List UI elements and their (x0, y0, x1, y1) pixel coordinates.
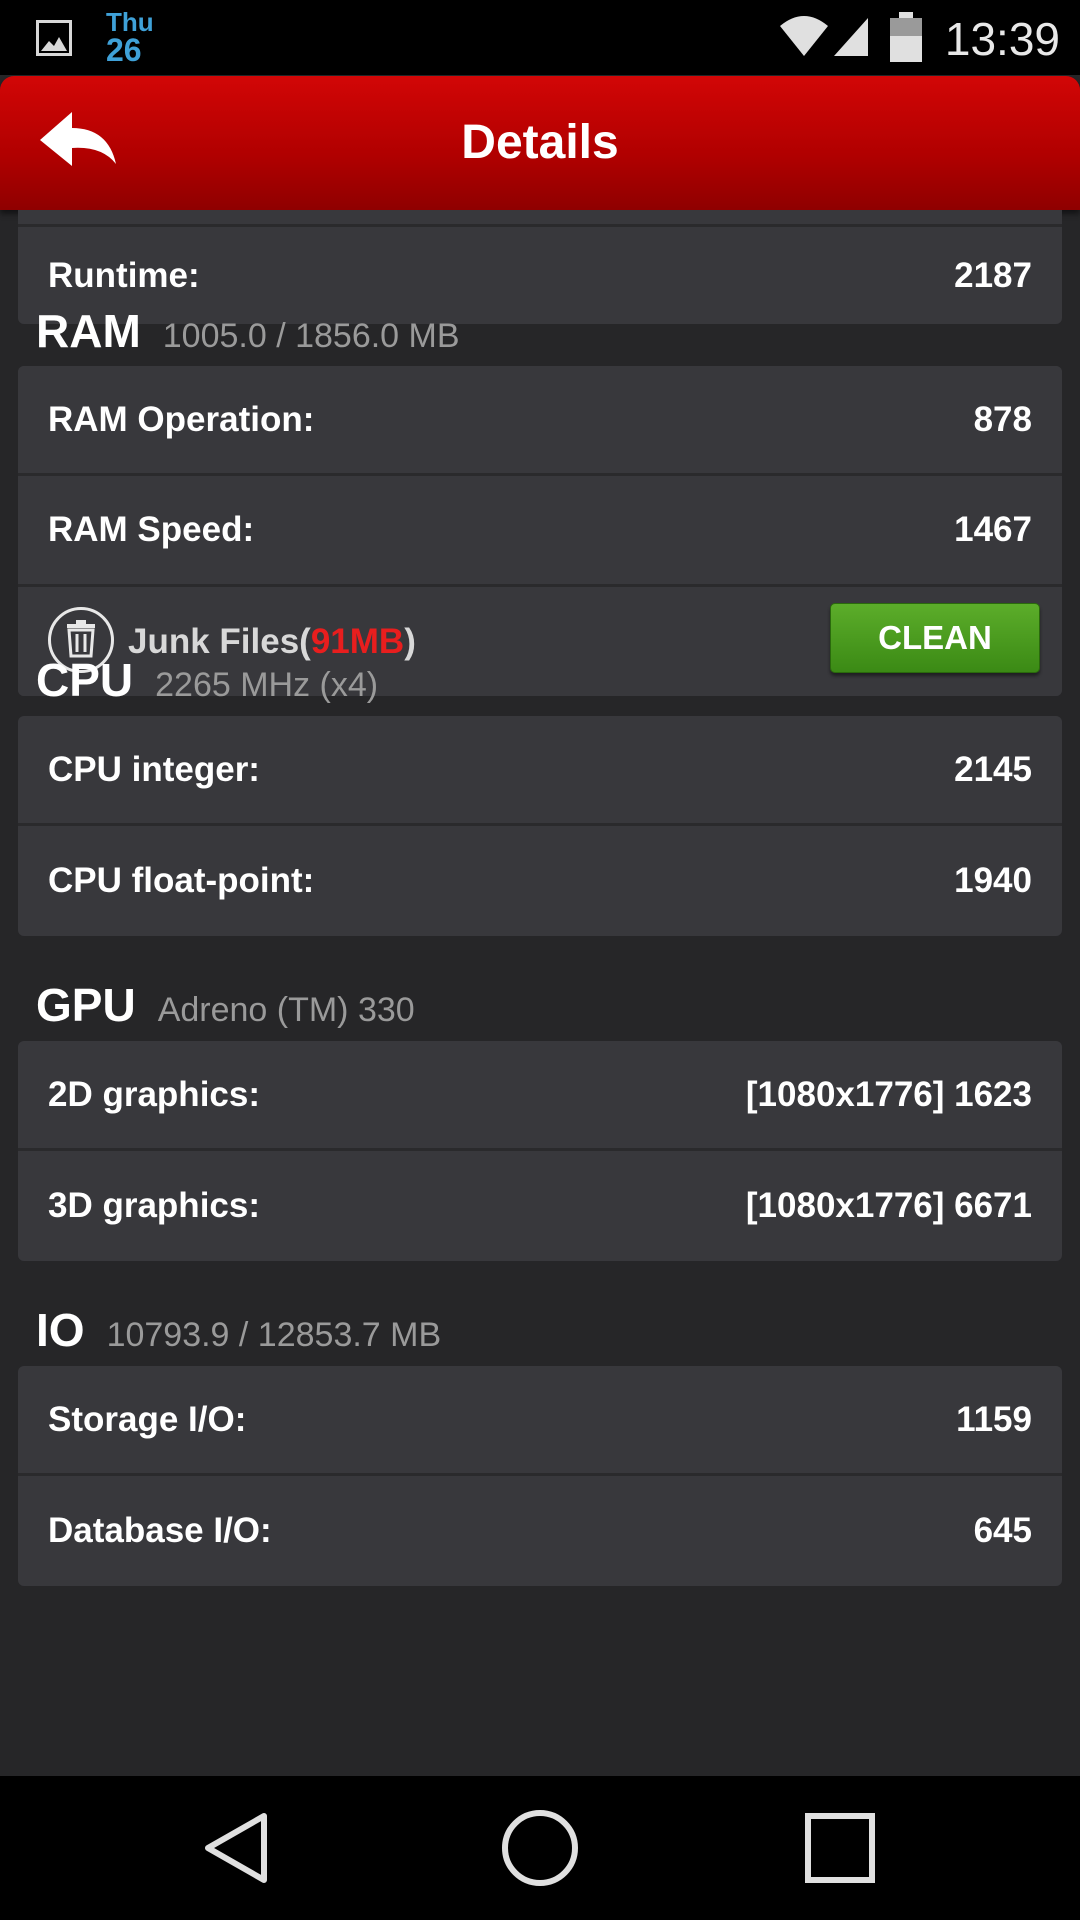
section-title: RAM (36, 305, 141, 357)
nav-home-button[interactable] (495, 1808, 585, 1888)
row-value: 1940 (954, 861, 1032, 900)
navigation-bar (0, 1776, 1080, 1920)
gpu-card: 2D graphics: [1080x1776] 1623 3D graphic… (18, 1041, 1062, 1261)
battery-icon (890, 12, 922, 62)
row-label: Storage I/O: (48, 1399, 247, 1439)
app-header: Details (0, 76, 1080, 210)
list-item: RAM Operation: 878 (18, 366, 1062, 473)
row-value: 1467 (954, 510, 1032, 549)
row-value: 878 (973, 399, 1032, 439)
junk-suffix: ) (404, 621, 416, 661)
row-label: 3D graphics: (48, 1186, 260, 1225)
status-date-number: 26 (106, 32, 142, 68)
details-content[interactable]: Runtime: 2187 RAM 1005.0 / 1856.0 MB RAM… (0, 210, 1080, 1775)
list-item: 3D graphics: [1080x1776] 6671 (18, 1148, 1062, 1261)
nav-home-icon (502, 1810, 578, 1886)
status-bar: Thu 26 13:39 (0, 0, 1080, 75)
cpu-card: CPU integer: 2145 CPU float-point: 1940 (18, 716, 1062, 936)
nav-back-button[interactable] (192, 1808, 282, 1888)
list-item: CPU integer: 2145 (18, 716, 1062, 823)
row-label: Database I/O: (48, 1511, 272, 1550)
signal-icon (834, 18, 868, 56)
row-label: RAM Speed: (48, 510, 255, 549)
status-time: 13:39 (944, 13, 1060, 65)
row-label: CPU float-point: (48, 861, 315, 900)
status-date: Thu 26 (106, 8, 154, 68)
gpu-section-header: GPU Adreno (TM) 330 (36, 978, 415, 1038)
row-label: CPU integer: (48, 749, 260, 789)
section-title: IO (36, 1304, 85, 1356)
io-section-header: IO 10793.9 / 12853.7 MB (36, 1303, 441, 1363)
list-item: CPU float-point: 1940 (18, 823, 1062, 936)
list-item: Storage I/O: 1159 (18, 1366, 1062, 1473)
nav-recents-button[interactable] (795, 1808, 885, 1888)
row-value: 645 (973, 1511, 1032, 1550)
row-value: [1080x1776] 1623 (745, 1074, 1032, 1114)
section-subtitle: Adreno (TM) 330 (157, 991, 415, 1029)
section-subtitle: 10793.9 / 12853.7 MB (106, 1316, 442, 1354)
back-arrow-icon (40, 112, 116, 166)
section-subtitle: 1005.0 / 1856.0 MB (162, 317, 460, 355)
back-button[interactable] (36, 106, 126, 176)
row-value: 2187 (954, 255, 1032, 295)
clean-button[interactable]: CLEAN (830, 603, 1040, 673)
list-item: 2D graphics: [1080x1776] 1623 (18, 1041, 1062, 1148)
wifi-icon (780, 16, 828, 56)
nav-back-icon (205, 1813, 267, 1883)
section-title: CPU (36, 654, 134, 706)
section-subtitle: 2265 MHz (x4) (155, 666, 379, 704)
page-title: Details (461, 116, 619, 169)
ram-section-header: RAM 1005.0 / 1856.0 MB (36, 304, 460, 364)
ram-card-rows: RAM Operation: 878 RAM Speed: 1467 Junk … (18, 366, 1062, 696)
row-value: 2145 (954, 749, 1032, 789)
list-item: Database I/O: 645 (18, 1473, 1062, 1586)
cpu-section-header: CPU 2265 MHz (x4) (36, 653, 378, 713)
io-card: Storage I/O: 1159 Database I/O: 645 (18, 1366, 1062, 1586)
gallery-icon (36, 20, 72, 56)
list-item: RAM Speed: 1467 (18, 473, 1062, 584)
nav-recents-icon (805, 1813, 875, 1883)
section-title: GPU (36, 979, 136, 1031)
row-value: [1080x1776] 6671 (745, 1186, 1032, 1225)
status-icons (780, 16, 868, 56)
row-value: 1159 (956, 1399, 1032, 1439)
row-label: RAM Operation: (48, 399, 315, 439)
row-label: 2D graphics: (48, 1074, 260, 1114)
